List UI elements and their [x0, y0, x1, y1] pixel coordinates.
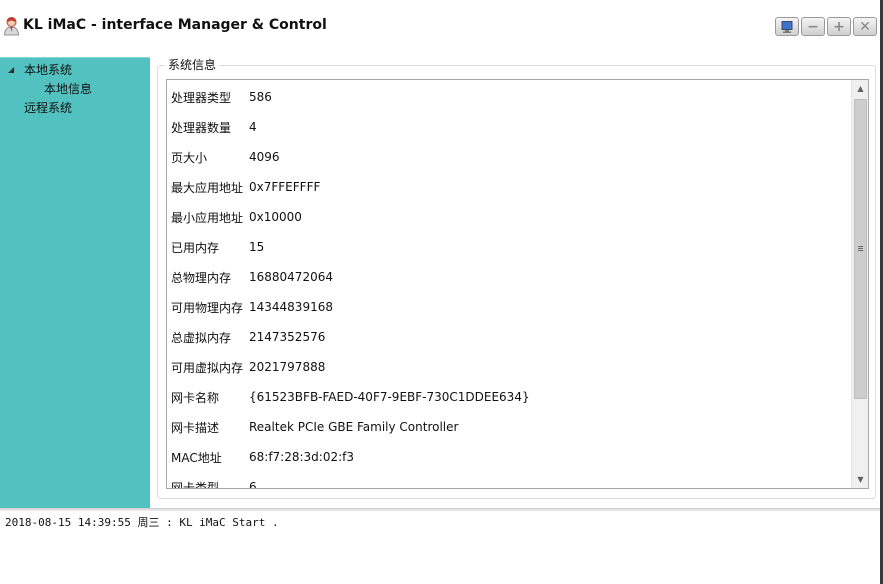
info-row[interactable]: 已用内存 15: [171, 237, 264, 257]
plus-icon: +: [833, 18, 845, 35]
info-key: 网卡名称: [171, 390, 220, 405]
info-value: 6: [249, 480, 257, 489]
monitor-icon: [781, 20, 793, 33]
info-row[interactable]: 可用物理内存 14344839168: [171, 297, 333, 317]
info-value: 14344839168: [249, 300, 333, 314]
info-key: MAC地址: [171, 450, 222, 465]
info-value: 0x10000: [249, 210, 302, 224]
tree-item-local-system[interactable]: 本地系统: [24, 61, 72, 78]
tree-item-local-info[interactable]: 本地信息: [44, 80, 92, 97]
info-key: 最大应用地址: [171, 180, 244, 195]
info-value: 4: [249, 120, 257, 134]
info-row[interactable]: 网卡类型 6: [171, 477, 257, 489]
info-row[interactable]: 最大应用地址 0x7FFEFFFF: [171, 177, 320, 197]
info-key: 处理器数量: [171, 120, 232, 135]
info-row[interactable]: 处理器数量 4: [171, 117, 257, 137]
info-key: 已用内存: [171, 240, 220, 255]
window-title: KL iMaC - interface Manager & Control: [23, 17, 327, 33]
scroll-down-arrow-icon[interactable]: ▼: [852, 471, 868, 488]
info-key: 总物理内存: [171, 270, 232, 285]
info-key: 页大小: [171, 150, 208, 165]
info-value: 68:f7:28:3d:02:f3: [249, 450, 354, 464]
log-panel[interactable]: 2018-08-15 14:39:55 周三 : KL iMaC Start .: [0, 511, 880, 584]
close-button[interactable]: ✕: [853, 17, 877, 36]
info-row[interactable]: 页大小 4096: [171, 147, 280, 167]
info-value: 586: [249, 90, 272, 104]
group-title: 系统信息: [165, 56, 220, 73]
log-line: 2018-08-15 14:39:55 周三 : KL iMaC Start .: [5, 516, 279, 529]
info-key: 可用物理内存: [171, 300, 244, 315]
main-window: KL iMaC - interface Manager & Control − …: [0, 0, 883, 584]
info-value: 2021797888: [249, 360, 326, 374]
info-row[interactable]: 总物理内存 16880472064: [171, 267, 333, 287]
minimize-icon: −: [807, 18, 819, 35]
info-value: 16880472064: [249, 270, 333, 284]
info-row[interactable]: 网卡描述 Realtek PCIe GBE Family Controller: [171, 417, 458, 437]
info-row[interactable]: 处理器类型 586: [171, 87, 272, 107]
close-icon: ✕: [859, 18, 871, 35]
info-row[interactable]: 最小应用地址 0x10000: [171, 207, 302, 227]
minimize-button[interactable]: −: [801, 17, 825, 36]
tree-item-remote-system[interactable]: 远程系统: [24, 99, 72, 116]
info-value: 15: [249, 240, 265, 254]
scroll-thumb[interactable]: [854, 99, 867, 399]
info-value: 2147352576: [249, 330, 326, 344]
grip-icon: [858, 246, 863, 251]
window-controls: − + ✕: [775, 17, 877, 37]
info-row[interactable]: 可用虚拟内存 2021797888: [171, 357, 325, 377]
expand-arrow-icon[interactable]: ◢: [8, 65, 14, 74]
info-key: 总虚拟内存: [171, 330, 232, 345]
info-row[interactable]: 网卡名称 {61523BFB-FAED-40F7-9EBF-730C1DDEE63…: [171, 387, 530, 407]
info-value: {61523BFB-FAED-40F7-9EBF-730C1DDEE634}: [249, 390, 530, 404]
info-key: 网卡类型: [171, 480, 220, 489]
navigation-tree: ◢ 本地系统 本地信息 远程系统: [0, 57, 150, 508]
info-value: 4096: [249, 150, 280, 164]
info-row[interactable]: MAC地址 68:f7:28:3d:02:f3: [171, 447, 354, 467]
info-value: Realtek PCIe GBE Family Controller: [249, 420, 459, 434]
maximize-button[interactable]: +: [827, 17, 851, 36]
info-key: 可用虚拟内存: [171, 360, 244, 375]
scroll-up-arrow-icon[interactable]: ▲: [852, 80, 868, 97]
system-info-list[interactable]: 处理器类型 586 处理器数量 4 页大小 4096 最大应用地址 0x7FFEFFFF 最小应…: [166, 79, 869, 489]
user-app-icon: [4, 17, 19, 36]
info-key: 处理器类型: [171, 90, 232, 105]
title-bar[interactable]: KL iMaC - interface Manager & Control − …: [0, 0, 880, 55]
info-key: 网卡描述: [171, 420, 220, 435]
info-row[interactable]: 总虚拟内存 2147352576: [171, 327, 325, 347]
restore-button[interactable]: [775, 17, 799, 36]
vertical-scrollbar[interactable]: ▲ ▼: [851, 80, 868, 488]
info-value: 0x7FFEFFFF: [249, 180, 321, 194]
info-key: 最小应用地址: [171, 210, 244, 225]
